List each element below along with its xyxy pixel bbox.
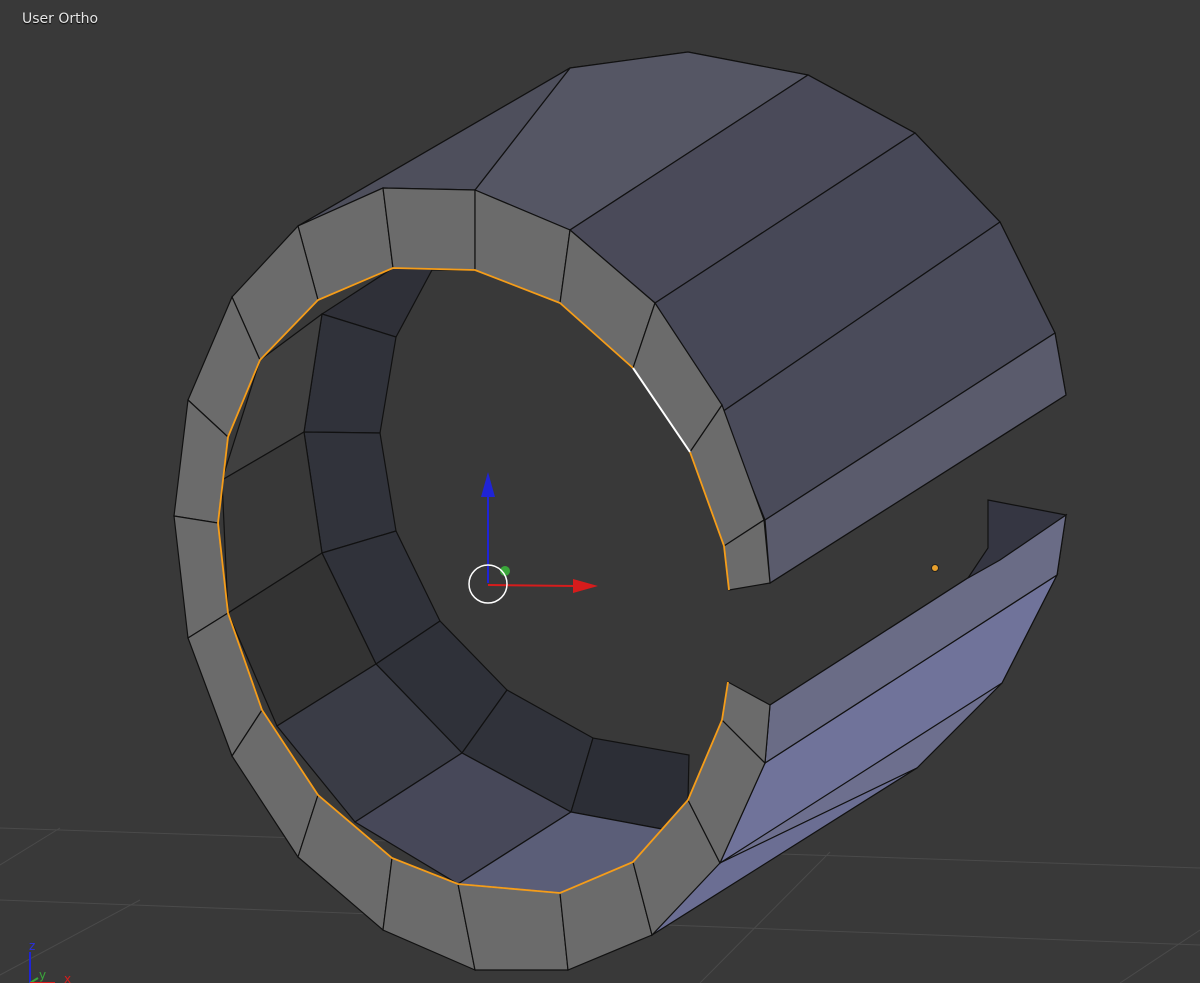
mesh-outer-top bbox=[297, 51, 1067, 585]
axis-y-label: y bbox=[39, 968, 46, 982]
viewport-scene[interactable]: z y x bbox=[0, 0, 1200, 983]
axis-x-label: x bbox=[64, 972, 71, 983]
3d-viewport[interactable]: z y x User Ortho bbox=[0, 0, 1200, 983]
axis-z-label: z bbox=[29, 939, 35, 953]
axis-gizmo-icon: z y x bbox=[29, 939, 71, 983]
object-origin-dot[interactable] bbox=[931, 564, 939, 572]
view-label: User Ortho bbox=[22, 11, 99, 27]
transform-manipulator-icon[interactable] bbox=[481, 472, 598, 593]
